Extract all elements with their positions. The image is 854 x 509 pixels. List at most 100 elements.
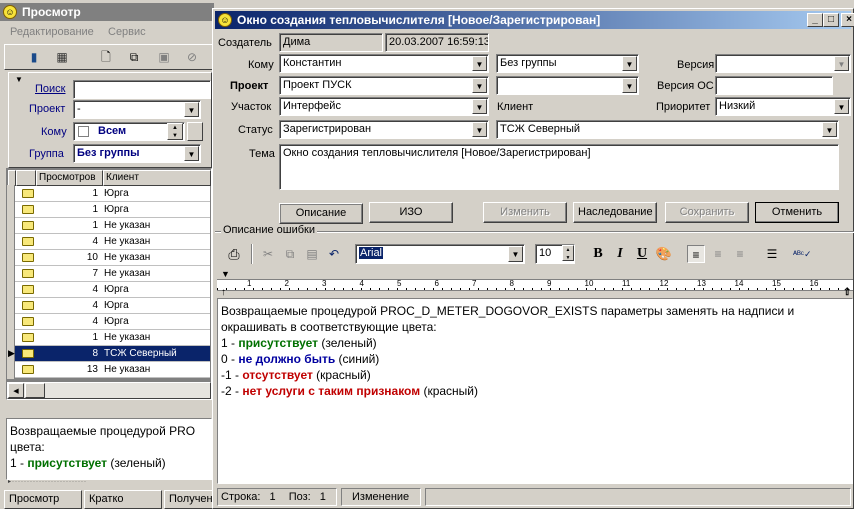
folder-icon xyxy=(22,269,34,278)
grid-hscrollbar[interactable]: ◀ xyxy=(7,382,211,399)
font-select[interactable]: Arial ▼ xyxy=(355,244,525,264)
chevron-down-icon[interactable]: ▼ xyxy=(472,78,487,93)
cell-views: 1 xyxy=(92,220,98,231)
grid-header-views[interactable]: Просмотров xyxy=(36,170,103,186)
size-spinner-icon[interactable]: ▲ ▼ xyxy=(562,245,574,261)
version-select[interactable]: ▼ xyxy=(715,54,851,73)
chevron-down-icon[interactable]: ▼ xyxy=(472,122,487,137)
filter-to-extra-button[interactable] xyxy=(187,122,203,141)
copy-icon[interactable]: ⧉ xyxy=(281,245,299,263)
to-label: Кому xyxy=(248,59,274,71)
bullet-list-icon[interactable]: ☰ xyxy=(763,245,781,263)
scroll-left-icon[interactable]: ◀ xyxy=(8,383,24,398)
table-row[interactable]: 13 Не указан xyxy=(8,362,210,378)
table-row[interactable]: 4 Юрга xyxy=(8,314,210,330)
first-indent-icon[interactable]: ▼ xyxy=(221,269,230,279)
table-row[interactable]: 10 Не указан xyxy=(8,250,210,266)
table-row[interactable]: 7 Не указан xyxy=(8,266,210,282)
copy-document-icon[interactable]: ⧉ xyxy=(125,48,143,66)
save-button[interactable]: Сохранить xyxy=(665,202,749,223)
to-select[interactable]: Константин ▼ xyxy=(279,54,489,73)
izo-button[interactable]: ИЗО xyxy=(369,202,453,223)
right-indent-icon[interactable]: ⇧ xyxy=(843,287,851,298)
tab-received[interactable]: Получен xyxy=(164,490,214,509)
align-center-icon[interactable]: ≡ xyxy=(709,245,727,263)
print-icon[interactable]: ⎙ xyxy=(225,245,243,263)
description-button[interactable]: Описание xyxy=(279,203,363,224)
os-version-input[interactable] xyxy=(715,76,833,95)
bold-icon[interactable]: B xyxy=(589,245,607,263)
project-select[interactable]: Проект ПУСК ▼ xyxy=(279,76,489,95)
tab-preview[interactable]: Просмотр xyxy=(4,490,82,509)
chevron-down-icon[interactable]: ▼ xyxy=(184,102,199,117)
description-editor[interactable]: Возвращаемые процедурой PROC_D_METER_DOG… xyxy=(217,298,853,484)
disabled-icon[interactable]: ⊘ xyxy=(183,48,201,66)
close-icon[interactable]: × xyxy=(841,13,854,27)
maximize-icon[interactable]: □ xyxy=(823,13,839,27)
menu-edit[interactable]: Редактирование xyxy=(10,26,94,38)
chevron-down-icon[interactable]: ▼ xyxy=(184,146,199,161)
chevron-down-icon[interactable]: ▼ xyxy=(622,56,637,71)
change-button[interactable]: Изменить xyxy=(483,202,567,223)
save-disk-icon[interactable]: ▣ xyxy=(155,48,173,66)
table-row[interactable]: 1 Юрга xyxy=(8,202,210,218)
dialog-titlebar[interactable]: ☺ Окно создания тепловычислителя [Новое/… xyxy=(215,11,854,29)
align-right-icon[interactable]: ≡ xyxy=(731,245,749,263)
filter-group-select[interactable]: Без группы ▼ xyxy=(73,144,201,163)
calendar-icon[interactable]: ▦ xyxy=(53,48,71,66)
project2-select[interactable]: ▼ xyxy=(496,76,639,95)
ruler[interactable]: ▼ 1 2 3 4 5 6 7 8 9 10 11 12 13 14 15 16 ↑ ⇧ xyxy=(217,269,853,298)
table-row[interactable]: 4 Юрга xyxy=(8,298,210,314)
cell-views: 8 xyxy=(92,348,98,359)
scroll-thumb[interactable] xyxy=(25,383,45,398)
table-row[interactable]: 1 Юрга xyxy=(8,186,210,202)
group-select[interactable]: Без группы ▼ xyxy=(496,54,639,73)
subject-input[interactable]: Окно создания тепловычислителя [Новое/За… xyxy=(279,144,839,190)
chevron-down-icon[interactable]: ▼ xyxy=(834,99,849,114)
filter-to-spinner[interactable]: ▲ ▼ xyxy=(167,123,183,140)
menu-service[interactable]: Сервис xyxy=(108,26,146,38)
status-label: Статус xyxy=(238,124,273,136)
color-palette-icon[interactable]: 🎨 xyxy=(655,245,673,263)
tab-brief[interactable]: Кратко xyxy=(84,490,162,509)
priority-select[interactable]: Низкий ▼ xyxy=(715,97,851,116)
grid-header-client[interactable]: Клиент xyxy=(103,170,211,186)
inherit-button[interactable]: Наследование xyxy=(573,202,657,223)
cut-icon[interactable]: ✂ xyxy=(259,245,277,263)
align-left-icon[interactable]: ≡ xyxy=(687,245,705,263)
chevron-down-icon[interactable]: ▼ xyxy=(622,78,637,93)
left-indent-icon[interactable]: ↑ xyxy=(221,287,226,298)
filter-project-select[interactable]: - ▼ xyxy=(73,100,201,119)
new-document-icon[interactable]: 🗋 xyxy=(97,48,115,66)
table-row[interactable]: 4 Не указан xyxy=(8,234,210,250)
undo-icon[interactable]: ↶ xyxy=(325,245,343,263)
font-size-input[interactable]: 10 ▲ ▼ xyxy=(535,244,575,264)
underline-icon[interactable]: U xyxy=(633,245,651,263)
minimize-icon[interactable]: _ xyxy=(807,13,823,27)
status-select[interactable]: Зарегистрирован ▼ xyxy=(279,120,489,139)
spellcheck-icon[interactable]: ᴬᴮᶜ✓ xyxy=(793,245,812,263)
cancel-button[interactable]: Отменить xyxy=(755,202,839,223)
client-select[interactable]: ТСЖ Северный ▼ xyxy=(496,120,839,139)
italic-icon[interactable]: I xyxy=(611,245,629,263)
chevron-down-icon[interactable]: ▼ xyxy=(822,122,837,137)
chevron-down-icon[interactable]: ▼ xyxy=(472,56,487,71)
area-select[interactable]: Интерфейс ▼ xyxy=(279,97,489,116)
filter-search-input[interactable] xyxy=(73,80,211,99)
ruler-mark: 3 xyxy=(322,279,327,288)
checkbox-icon[interactable] xyxy=(78,126,89,137)
table-row[interactable]: 1 Не указан xyxy=(8,218,210,234)
splitter-dots[interactable]: ▸························· xyxy=(8,479,208,485)
cell-client: Не указан xyxy=(104,268,151,279)
table-row[interactable]: 8 ТСЖ Северный xyxy=(8,346,210,362)
status-row-label: Строка: xyxy=(221,491,261,503)
chevron-down-icon[interactable]: ▼ xyxy=(834,56,849,71)
book-icon[interactable]: ▮ xyxy=(25,48,43,66)
left-window-titlebar[interactable]: ☺ Просмотр xyxy=(0,3,214,21)
table-row[interactable]: 4 Юрга xyxy=(8,282,210,298)
paste-icon[interactable]: ▤ xyxy=(303,245,321,263)
creator-label: Создатель xyxy=(218,37,272,49)
chevron-down-icon[interactable]: ▼ xyxy=(508,246,523,262)
chevron-down-icon[interactable]: ▼ xyxy=(472,99,487,114)
table-row[interactable]: 1 Не указан xyxy=(8,330,210,346)
